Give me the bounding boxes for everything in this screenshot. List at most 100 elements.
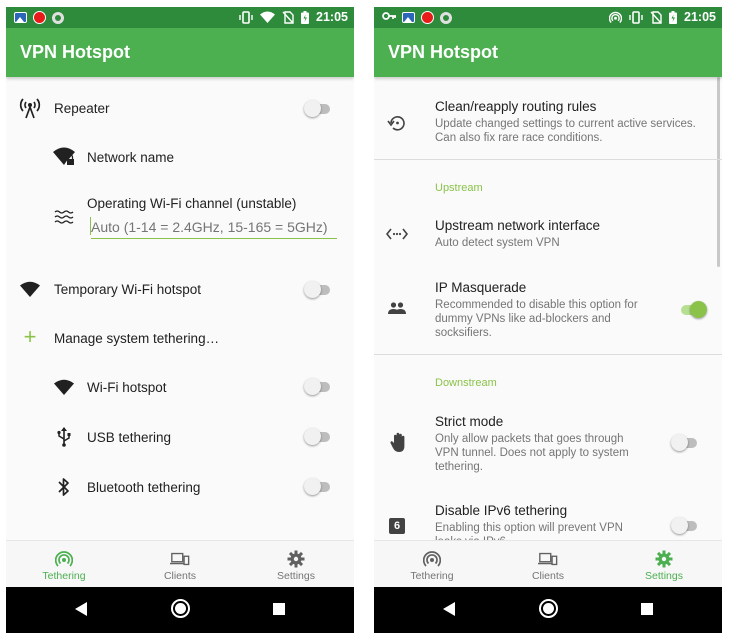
home-icon[interactable] (171, 599, 190, 618)
ipv6-icon: 6 (385, 514, 409, 538)
wifi-lock-icon (52, 145, 76, 169)
repeater-switch[interactable] (304, 98, 332, 118)
wifi-icon (52, 375, 76, 399)
code-arrows-icon (385, 222, 409, 246)
wifi-channel-label: Operating Wi-Fi channel (unstable) (87, 196, 297, 211)
image-icon (14, 12, 27, 23)
strict-mode-switch[interactable] (671, 432, 699, 452)
tab-settings-label: Settings (277, 570, 315, 582)
recents-icon[interactable] (641, 603, 653, 615)
manage-tethering-label: Manage system tethering… (54, 331, 220, 346)
battery-icon (669, 10, 678, 24)
bluetooth-tethering-switch[interactable] (304, 476, 332, 496)
tethering-list[interactable]: Repeater Network name Operating Wi-Fi ch… (6, 77, 354, 540)
key-icon (382, 11, 396, 24)
app-title: VPN Hotspot (388, 42, 498, 62)
gear-icon (286, 549, 306, 569)
clients-devices-icon (538, 549, 558, 569)
image-icon (402, 12, 415, 23)
tethering-icon (54, 549, 74, 569)
disable-ipv6-switch[interactable] (671, 515, 699, 535)
wifi-wave-icon (52, 205, 76, 229)
record-icon (33, 11, 46, 24)
battery-icon (301, 10, 310, 24)
bottom-navigation: Tethering Clients Settings (6, 540, 354, 587)
recents-icon[interactable] (273, 603, 285, 615)
strict-mode-title: Strict mode (435, 414, 504, 429)
clients-devices-icon (170, 549, 190, 569)
tab-settings-label: Settings (645, 570, 683, 582)
tab-tethering-label: Tethering (42, 570, 86, 582)
app-ring-icon (52, 11, 64, 24)
app-bar: VPN Hotspot (6, 28, 354, 77)
usb-tethering-switch[interactable] (304, 426, 332, 446)
status-bar: 21:05 (6, 7, 354, 28)
tab-settings[interactable]: Settings (606, 541, 722, 588)
wifi-hotspot-switch[interactable] (304, 376, 332, 396)
upstream-interface-title: Upstream network interface (435, 218, 601, 233)
home-icon[interactable] (539, 599, 558, 618)
status-bar-system: 21:05 (609, 10, 716, 24)
repeater-label: Repeater (54, 101, 110, 116)
tab-clients-label: Clients (163, 570, 197, 582)
ip-masquerade-summary: Recommended to disable this option for d… (435, 299, 638, 339)
tab-tethering[interactable]: Tethering (374, 541, 490, 588)
system-navigation-bar (374, 587, 722, 633)
plus-icon: + (23, 324, 37, 349)
tab-clients-label: Clients (531, 570, 565, 582)
vibrate-icon (239, 10, 253, 24)
status-bar-system: 21:05 (239, 10, 348, 24)
tab-settings[interactable]: Settings (238, 541, 354, 588)
app-bar: VPN Hotspot (374, 28, 722, 77)
repeater-antenna-icon (18, 96, 42, 120)
wifi-channel-input[interactable] (91, 215, 337, 239)
tethering-icon (422, 549, 442, 569)
divider (374, 159, 722, 160)
clean-routing-title: Clean/reapply routing rules (435, 99, 597, 114)
restore-icon (385, 111, 409, 135)
usb-tethering-label: USB tethering (87, 430, 172, 445)
back-icon[interactable] (75, 602, 87, 616)
ipv6-badge: 6 (389, 518, 405, 534)
hand-icon (387, 430, 411, 454)
temp-hotspot-switch[interactable] (304, 279, 332, 299)
hotspot-icon (609, 11, 623, 23)
clock: 21:05 (684, 10, 716, 24)
back-icon[interactable] (443, 602, 455, 616)
upstream-category-header: Upstream (435, 182, 483, 194)
settings-list[interactable]: Clean/reapply routing rules Update chang… (374, 77, 722, 540)
status-bar-notifications (14, 11, 64, 24)
status-bar: 21:05 (374, 7, 722, 28)
phone-screen-tethering: 21:05 VPN Hotspot Repeater Network name (6, 7, 354, 633)
phone-screen-settings: 21:05 VPN Hotspot Clean/reapply routing … (374, 7, 722, 633)
downstream-category-header: Downstream (435, 377, 497, 389)
people-icon (385, 296, 409, 320)
tab-clients[interactable]: Clients (490, 541, 606, 588)
bottom-navigation: Tethering Clients Settings (374, 540, 722, 587)
usb-icon (52, 425, 76, 449)
bluetooth-icon (52, 475, 76, 499)
gear-icon (654, 549, 674, 569)
app-title: VPN Hotspot (20, 42, 130, 62)
disable-ipv6-title: Disable IPv6 tethering (435, 503, 568, 518)
clock: 21:05 (316, 10, 348, 24)
clean-routing-summary: Update changed settings to current activ… (435, 118, 696, 144)
tab-tethering-label: Tethering (410, 570, 454, 582)
upstream-interface-summary: Auto detect system VPN (435, 237, 560, 249)
tab-tethering[interactable]: Tethering (6, 541, 122, 588)
network-name-label: Network name (87, 150, 175, 165)
ip-masquerade-switch[interactable] (679, 299, 707, 319)
divider (374, 354, 722, 355)
no-sim-icon (282, 10, 294, 24)
no-sim-icon (650, 10, 662, 24)
strict-mode-summary: Only allow packets that goes through VPN… (435, 433, 629, 473)
tab-clients[interactable]: Clients (122, 541, 238, 588)
wifi-hotspot-label: Wi-Fi hotspot (87, 380, 167, 395)
wifi-icon (18, 277, 42, 301)
text-caret (90, 217, 91, 235)
temp-hotspot-label: Temporary Wi-Fi hotspot (54, 282, 202, 297)
scrollbar[interactable] (717, 77, 720, 267)
ip-masquerade-title: IP Masquerade (435, 280, 527, 295)
disable-ipv6-summary: Enabling this option will prevent VPN le… (435, 522, 623, 540)
record-icon (421, 11, 434, 24)
